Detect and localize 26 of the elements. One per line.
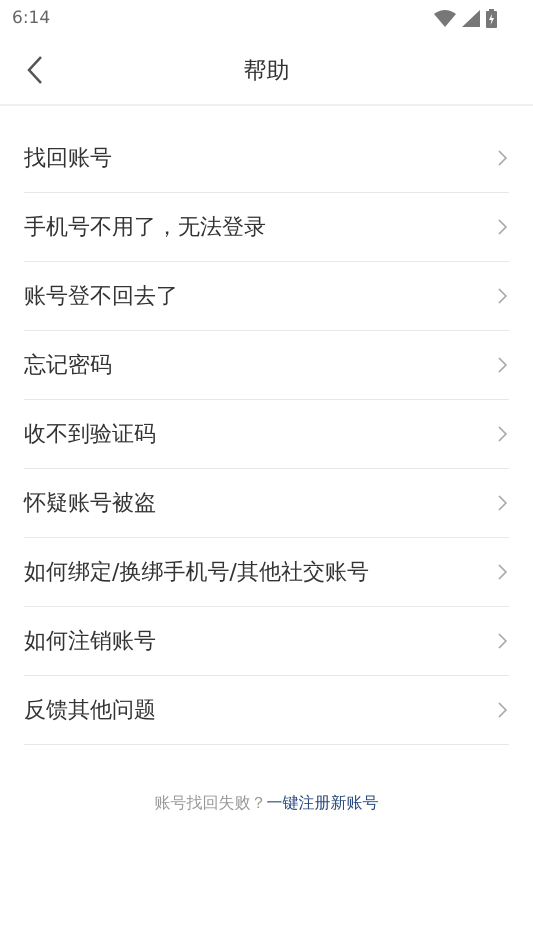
back-icon[interactable] [27, 56, 43, 84]
wifi-icon [434, 10, 456, 26]
chevron-icon [498, 150, 507, 166]
footer-text: 账号找回失败？ [154, 793, 266, 812]
status-time: 6:14 [12, 8, 50, 28]
chevron-icon [498, 288, 507, 304]
battery-icon [486, 8, 497, 28]
help-item[interactable]: 怀疑账号被盗 [24, 469, 509, 538]
help-item[interactable]: 如何绑定/换绑手机号/其他社交账号 [24, 538, 509, 607]
chevron-icon [498, 426, 507, 442]
chevron-icon [498, 495, 507, 511]
help-item[interactable]: 手机号不用了，无法登录 [24, 193, 509, 262]
chevron-icon [498, 564, 507, 580]
page-title: 帮助 [244, 56, 290, 86]
chevron-icon [498, 633, 507, 649]
chevron-icon [498, 357, 507, 373]
signal-icon [462, 10, 480, 26]
help-item[interactable]: 收不到验证码 [24, 400, 509, 469]
chevron-icon [498, 219, 507, 235]
help-item[interactable]: 找回账号 [24, 124, 509, 193]
help-item[interactable]: 忘记密码 [24, 331, 509, 400]
chevron-icon [498, 702, 507, 718]
help-item[interactable]: 如何注销账号 [24, 607, 509, 676]
register-link[interactable]: 一键注册新账号 [266, 793, 378, 812]
help-item[interactable]: 反馈其他问题 [24, 676, 509, 745]
help-item[interactable]: 账号登不回去了 [24, 262, 509, 331]
